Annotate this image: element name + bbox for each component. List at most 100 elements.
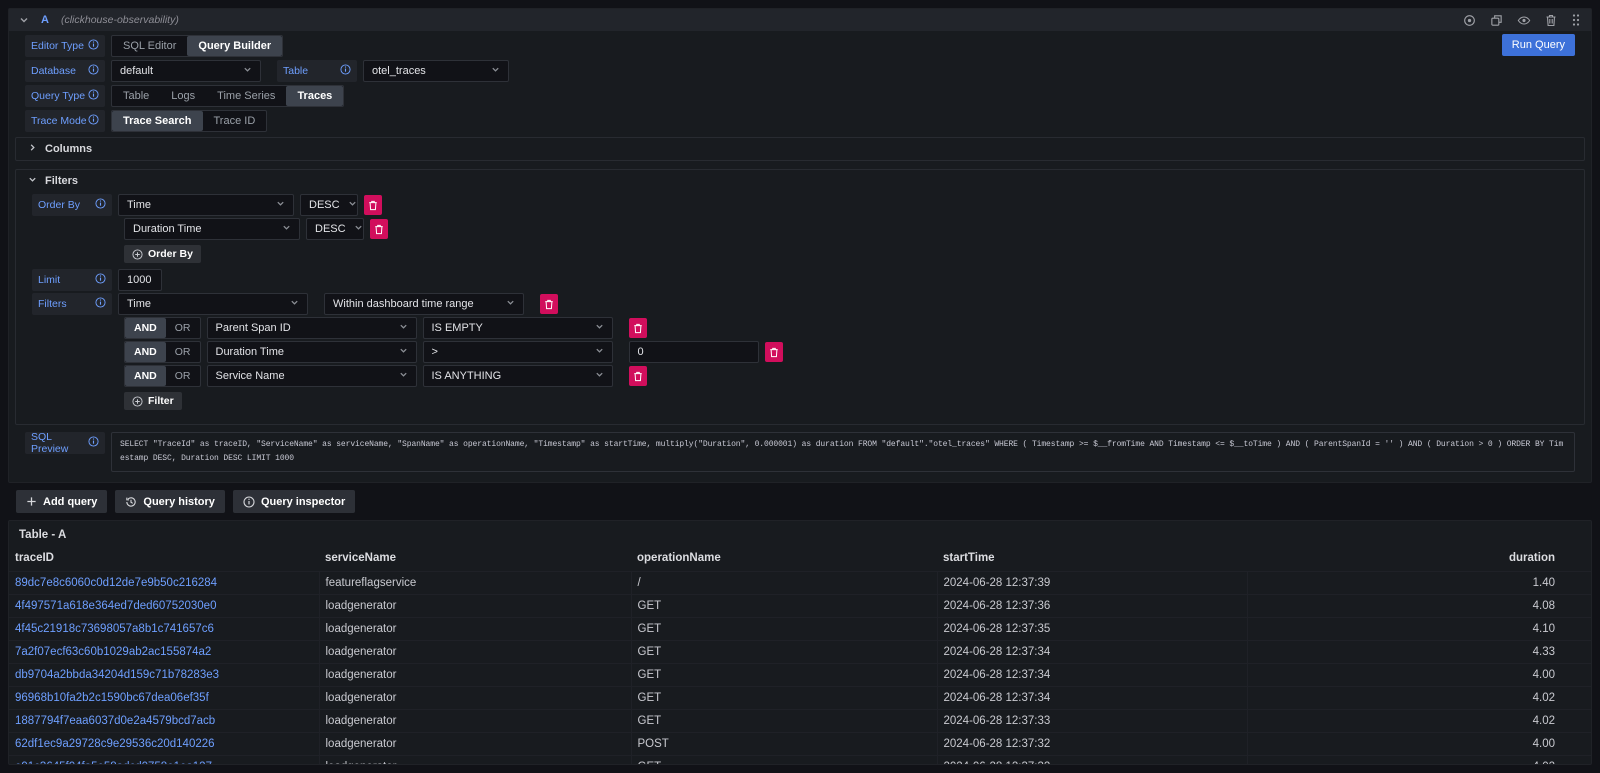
conjunction-group: AND OR xyxy=(124,317,201,339)
add-query-button[interactable]: Add query xyxy=(16,490,107,513)
conjunction-or[interactable]: OR xyxy=(166,366,200,386)
conjunction-group: AND OR xyxy=(124,341,201,363)
info-icon[interactable] xyxy=(340,64,351,78)
trace-mode-trace-search[interactable]: Trace Search xyxy=(112,111,203,131)
duration-cell: 4.00 xyxy=(1247,663,1591,686)
remove-filter-button[interactable] xyxy=(629,366,647,386)
record-circle-icon[interactable] xyxy=(1463,14,1476,27)
database-select[interactable]: default xyxy=(111,60,261,82)
info-icon[interactable] xyxy=(95,297,106,311)
remove-filter-button[interactable] xyxy=(540,294,558,314)
sql-preview-label-text: SQL Preview xyxy=(31,431,88,455)
trace-link[interactable]: e91c3645f04fa5e58adcd0758e1ea127 xyxy=(15,761,212,766)
trace-link[interactable]: 4f45c21918c73698057a8b1c741657c6 xyxy=(15,623,214,635)
chevron-down-icon xyxy=(399,370,408,382)
trace-link[interactable]: 62df1ec9a29728c9e29536c20d140226 xyxy=(15,738,215,750)
run-query-button[interactable]: Run Query xyxy=(1502,34,1575,56)
query-type-logs[interactable]: Logs xyxy=(160,86,206,106)
remove-order-by-button[interactable] xyxy=(370,219,388,239)
remove-query-icon[interactable] xyxy=(1545,14,1557,27)
add-filter-button[interactable]: Filter xyxy=(124,392,182,410)
trace-link[interactable]: 4f497571a618e364ed7ded60752030e0 xyxy=(15,600,216,612)
hide-response-icon[interactable] xyxy=(1517,14,1531,27)
chevron-down-icon xyxy=(399,322,408,334)
remove-order-by-button[interactable] xyxy=(364,195,382,215)
starttime-cell: 2024-06-28 12:37:32 xyxy=(937,732,1247,755)
order-by-direction-select[interactable]: DESC xyxy=(306,218,364,240)
conjunction-or[interactable]: OR xyxy=(166,342,200,362)
remove-filter-button[interactable] xyxy=(765,342,783,362)
conjunction-and[interactable]: AND xyxy=(125,342,166,362)
filter-field-select[interactable]: Service Name xyxy=(207,365,417,387)
info-icon[interactable] xyxy=(88,436,99,450)
filter-field-select[interactable]: Duration Time xyxy=(207,341,417,363)
info-icon[interactable] xyxy=(95,198,106,212)
trace-link[interactable]: db9704a2bbda34204d159c71b78283e3 xyxy=(15,669,219,681)
trace-link[interactable]: 96968b10fa2b2c1590bc67dea06ef35f xyxy=(15,692,209,704)
filter-operator-select[interactable]: > xyxy=(423,341,613,363)
filter-operator-select[interactable]: Within dashboard time range xyxy=(324,293,524,315)
sql-preview-row: SQL Preview SELECT "TraceId" as traceID,… xyxy=(25,432,1575,472)
table-select[interactable]: otel_traces xyxy=(363,60,509,82)
filters-section: Filters Order By Time xyxy=(15,169,1585,425)
drag-handle-icon[interactable] xyxy=(1571,13,1581,27)
limit-input[interactable]: 1000 xyxy=(118,269,162,291)
query-history-button[interactable]: Query history xyxy=(115,490,225,513)
column-header-traceid[interactable]: traceID xyxy=(9,545,319,571)
query-type-time-series[interactable]: Time Series xyxy=(206,86,286,106)
query-type-table[interactable]: Table xyxy=(112,86,160,106)
query-row-toggle[interactable]: A (clickhouse-observability) xyxy=(19,14,179,26)
info-icon[interactable] xyxy=(95,273,106,287)
servicename-cell: featureflagservice xyxy=(319,571,631,594)
column-header-starttime[interactable]: startTime xyxy=(937,545,1247,571)
database-label-text: Database xyxy=(31,65,76,77)
query-inspector-button[interactable]: Query inspector xyxy=(233,490,355,513)
filter-operator-select[interactable]: IS ANYTHING xyxy=(423,365,613,387)
order-by-field-select[interactable]: Duration Time xyxy=(124,218,300,240)
conjunction-and[interactable]: AND xyxy=(125,366,166,386)
editor-type-query-builder[interactable]: Query Builder xyxy=(187,36,282,56)
trace-link[interactable]: 1887794f7eaa6037d0e2a4579bcd7acb xyxy=(15,715,215,727)
starttime-cell: 2024-06-28 12:37:32 xyxy=(937,755,1247,765)
traceid-cell: e91c3645f04fa5e58adcd0758e1ea127 xyxy=(9,755,319,765)
filter-field-select[interactable]: Time xyxy=(118,293,308,315)
column-header-operationname[interactable]: operationName xyxy=(631,545,937,571)
table-row: 62df1ec9a29728c9e29536c20d140226 loadgen… xyxy=(9,732,1591,755)
operationname-cell: GET xyxy=(631,663,937,686)
filter-operator-value: IS EMPTY xyxy=(432,322,483,334)
trace-link[interactable]: 7a2f07ecf63c60b1029ab2ac155874a2 xyxy=(15,646,211,658)
info-icon[interactable] xyxy=(88,64,99,78)
servicename-cell: loadgenerator xyxy=(319,686,631,709)
duplicate-query-icon[interactable] xyxy=(1490,14,1503,27)
columns-section-toggle[interactable]: Columns xyxy=(16,138,1584,160)
filters-section-toggle[interactable]: Filters xyxy=(16,170,1584,192)
order-by-label: Order By xyxy=(32,194,112,216)
trace-mode-trace-id[interactable]: Trace ID xyxy=(203,111,267,131)
info-icon[interactable] xyxy=(88,114,99,128)
query-type-traces[interactable]: Traces xyxy=(286,86,343,106)
column-header-duration[interactable]: duration xyxy=(1247,545,1591,571)
filter-operator-select[interactable]: IS EMPTY xyxy=(423,317,613,339)
filter-row-1: AND OR Parent Span ID IS EMPTY xyxy=(32,317,1568,339)
filter-value-input[interactable]: 0 xyxy=(629,341,759,363)
order-by-field-select[interactable]: Time xyxy=(118,194,294,216)
conjunction-or[interactable]: OR xyxy=(166,318,200,338)
info-icon[interactable] xyxy=(88,89,99,103)
editor-type-sql-editor[interactable]: SQL Editor xyxy=(112,36,187,56)
order-by-direction-select[interactable]: DESC xyxy=(300,194,358,216)
filters-section-title: Filters xyxy=(45,175,78,187)
add-order-by-button[interactable]: Order By xyxy=(124,245,201,263)
starttime-cell: 2024-06-28 12:37:34 xyxy=(937,686,1247,709)
conjunction-and[interactable]: AND xyxy=(125,318,166,338)
info-icon[interactable] xyxy=(88,39,99,53)
order-by-direction-value: DESC xyxy=(315,223,346,235)
filter-operator-value: Within dashboard time range xyxy=(333,298,474,310)
chevron-down-icon xyxy=(348,199,357,211)
trace-link[interactable]: 89dc7e8c6060c0d12de7e9b50c216284 xyxy=(15,577,217,589)
remove-filter-button[interactable] xyxy=(629,318,647,338)
filter-field-select[interactable]: Parent Span ID xyxy=(207,317,417,339)
datasource-hint: (clickhouse-observability) xyxy=(61,14,179,26)
column-header-servicename[interactable]: serviceName xyxy=(319,545,631,571)
editor-type-row: Editor Type SQL Editor Query Builder xyxy=(25,35,1575,57)
limit-row: Limit 1000 xyxy=(32,269,1568,291)
